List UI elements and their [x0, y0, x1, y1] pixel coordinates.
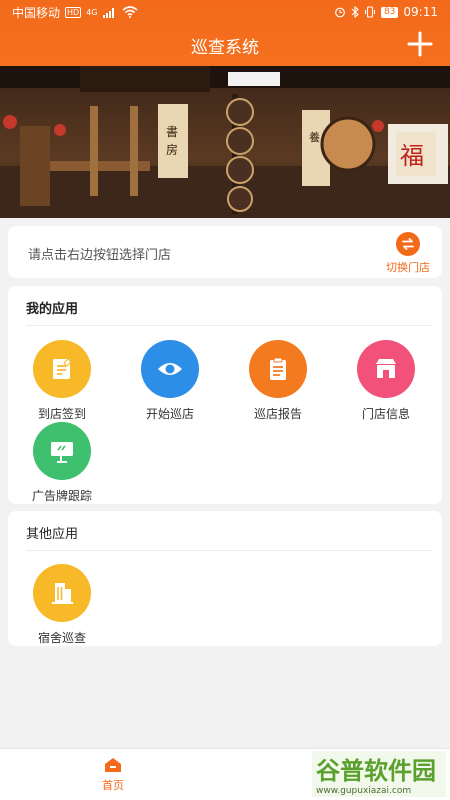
- eye-icon: [141, 340, 199, 398]
- store-select-card: 请点击右边按钮选择门店 切换门店: [8, 226, 442, 278]
- other-apps-title: 其他应用: [26, 527, 79, 542]
- app-store-info[interactable]: 门店信息: [336, 340, 436, 422]
- nav-home-tab[interactable]: 首页: [88, 755, 138, 793]
- wifi-icon: [121, 6, 138, 18]
- bluetooth-icon: [351, 6, 359, 18]
- section-divider: [26, 325, 432, 326]
- store-icon: [357, 340, 415, 398]
- app-dormitory-inspection[interactable]: 宿舍巡查: [12, 564, 112, 646]
- app-start-inspection[interactable]: 开始巡店: [120, 340, 220, 422]
- switch-store-button[interactable]: 切换门店: [382, 232, 434, 274]
- my-apps-card: 我的应用 到店签到 开始巡店 巡店报告 门店信息 广告牌跟踪: [8, 286, 442, 504]
- battery-level: 83: [380, 6, 399, 18]
- app-label: 巡店报告: [253, 407, 302, 421]
- bottom-nav: 首页 谷普软件园 www.gupuxiazai.com: [0, 748, 450, 800]
- app-billboard-tracking[interactable]: 广告牌跟踪: [12, 422, 112, 504]
- app-label: 到店签到: [37, 407, 86, 421]
- other-apps-card: 其他应用 宿舍巡查: [8, 511, 442, 646]
- vibrate-icon: [364, 6, 376, 18]
- signal-icon: [102, 7, 114, 18]
- app-label: 开始巡店: [145, 407, 194, 421]
- switch-store-label: 切换门店: [386, 261, 430, 274]
- home-icon: [105, 758, 121, 772]
- status-bar: 中国移动 HD 4G 83 09:11: [0, 0, 450, 24]
- svg-text:房: 房: [166, 142, 178, 157]
- alarm-icon: [335, 7, 345, 18]
- network-label: 4G: [86, 7, 98, 17]
- svg-text:www.gupuxiazai.com: www.gupuxiazai.com: [316, 786, 411, 796]
- store-hint-text: 请点击右边按钮选择门店: [28, 248, 172, 263]
- building-icon: [33, 564, 91, 622]
- svg-text:谷普软件园: 谷普软件园: [316, 757, 436, 785]
- carrier-label: 中国移动: [12, 5, 61, 20]
- svg-text:書: 書: [166, 125, 178, 139]
- app-label: 门店信息: [361, 407, 410, 421]
- watermark-logo: 谷普软件园 www.gupuxiazai.com: [312, 751, 446, 797]
- app-header: 巡查系统: [0, 24, 450, 66]
- hd-badge: HD: [65, 6, 82, 18]
- clock: 09:11: [403, 5, 438, 19]
- section-divider: [26, 550, 432, 551]
- svg-text:養: 養: [309, 130, 320, 144]
- my-apps-title: 我的应用: [26, 302, 79, 317]
- app-label: 广告牌跟踪: [31, 489, 92, 503]
- nav-home-label: 首页: [102, 779, 124, 792]
- app-checkin[interactable]: 到店签到: [12, 340, 112, 422]
- add-button[interactable]: [404, 28, 436, 60]
- banner-image: 書 房 養 福: [0, 66, 450, 218]
- swap-icon: [396, 232, 420, 256]
- report-icon: [249, 340, 307, 398]
- app-inspection-report[interactable]: 巡店报告: [228, 340, 328, 422]
- app-label: 宿舍巡查: [37, 631, 86, 645]
- billboard-icon: [33, 422, 91, 480]
- app-top-bar: 中国移动 HD 4G 83 09:11 巡查系统: [0, 0, 450, 66]
- svg-text:福: 福: [400, 142, 424, 170]
- page-title: 巡查系统: [191, 37, 259, 58]
- checkin-icon: [33, 340, 91, 398]
